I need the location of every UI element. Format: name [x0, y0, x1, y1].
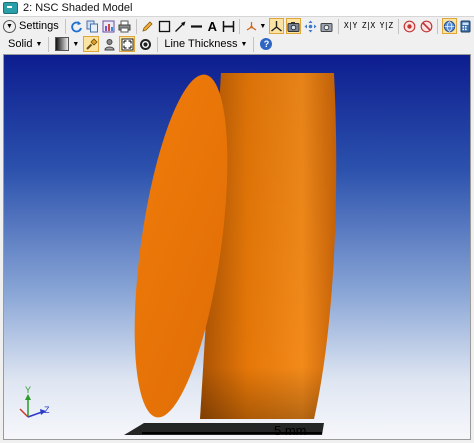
copy-icon — [86, 20, 99, 32]
shaded-model-canvas — [19, 73, 337, 435]
line-icon — [190, 24, 202, 28]
dimension-button[interactable] — [221, 18, 235, 34]
refresh-icon — [71, 20, 83, 32]
clear-icon — [420, 20, 432, 32]
ray-trace-icon — [404, 20, 416, 32]
rotate-axes-icon — [246, 21, 257, 31]
view-zx-button[interactable]: Z|X — [360, 18, 376, 34]
line-button[interactable] — [189, 18, 203, 34]
fit-view-button[interactable] — [119, 36, 136, 52]
render-mode-dropdown[interactable]: Solid ▼ — [8, 38, 42, 50]
toolbar-separator — [157, 36, 159, 52]
export-icon — [102, 20, 115, 32]
color-scheme-dropdown[interactable]: ▼ — [55, 37, 79, 51]
toolbar-separator — [397, 18, 399, 34]
printer-icon — [118, 20, 131, 32]
shaded-model-viewport[interactable]: Y Z 5 mm — [3, 54, 471, 440]
chevron-down-icon: ▼ — [3, 19, 16, 33]
axis-z-label: Z — [44, 405, 50, 415]
rotate-dropdown-caret[interactable]: ▼ — [259, 23, 266, 30]
user-icon — [104, 38, 115, 50]
gradient-icon — [55, 37, 70, 51]
export-button[interactable] — [102, 18, 116, 34]
globe-icon — [443, 20, 456, 32]
help-icon: ? — [260, 38, 273, 50]
move-icon — [304, 20, 317, 32]
axis-y-label: Y — [25, 385, 32, 395]
axes-icon — [271, 20, 283, 32]
reset-view-button[interactable] — [137, 36, 153, 52]
axes-view-button[interactable] — [269, 18, 285, 34]
toolbar-separator — [239, 18, 241, 34]
chevron-down-icon: ▼ — [72, 40, 80, 48]
toolbar-separator — [253, 36, 255, 52]
toolbar-separator — [337, 18, 339, 34]
reset-icon — [139, 38, 151, 50]
view-xy-button[interactable]: X|Y — [342, 18, 358, 34]
rectangle-button[interactable] — [157, 18, 171, 34]
open-3d-button[interactable] — [441, 18, 457, 34]
fit-view-icon — [121, 38, 134, 50]
snapshot-button[interactable] — [319, 18, 333, 34]
lighting-button[interactable] — [83, 36, 100, 52]
toolbar-separator — [48, 36, 50, 52]
ray-trace-button[interactable] — [403, 18, 417, 34]
dimension-icon — [222, 20, 235, 32]
arrow-icon — [174, 21, 186, 32]
toolbar-separator — [437, 18, 438, 34]
toolbar-separator — [136, 18, 137, 34]
text-button[interactable]: A — [205, 18, 219, 34]
calculator-button[interactable] — [459, 18, 473, 34]
chevron-down-icon: ▼ — [35, 40, 43, 48]
chevron-down-icon: ▼ — [240, 40, 248, 48]
toolbar-row-2: Solid ▼ ▼ Line Thickness ▼ ? — [0, 35, 474, 53]
toolbar-separator — [64, 18, 66, 34]
pencil-button[interactable] — [141, 18, 155, 34]
axis-triad — [19, 394, 46, 418]
window-title: 2: NSC Shaded Model — [23, 2, 133, 14]
pencil-icon — [142, 20, 153, 32]
refresh-button[interactable] — [70, 18, 84, 34]
copy-button[interactable] — [86, 18, 100, 34]
flashlight-icon — [86, 37, 98, 50]
rectangle-icon — [158, 20, 170, 32]
render-mode-label: Solid — [8, 38, 33, 50]
clear-button[interactable] — [419, 18, 433, 34]
window-app-icon — [3, 2, 18, 14]
title-bar: 2: NSC Shaded Model — [0, 0, 474, 17]
scale-bar-label: 5 mm — [274, 423, 307, 438]
calculator-icon — [460, 20, 471, 32]
line-thickness-label: Line Thickness — [164, 38, 238, 50]
toolbar-row-1: ▼ Settings A ▼ X|Y Z|X Y|Z — [0, 17, 474, 35]
print-button[interactable] — [118, 18, 132, 34]
settings-button[interactable]: ▼ Settings — [3, 19, 59, 33]
pan-button[interactable] — [303, 18, 317, 34]
rotate-button[interactable] — [244, 18, 258, 34]
help-button[interactable]: ? — [258, 36, 274, 52]
text-tool-label: A — [207, 18, 217, 34]
line-thickness-dropdown[interactable]: Line Thickness ▼ — [164, 38, 247, 50]
view-yz-button[interactable]: Y|Z — [378, 18, 394, 34]
snapshot-icon — [320, 22, 333, 32]
settings-label: Settings — [19, 20, 59, 32]
arrow-button[interactable] — [173, 18, 187, 34]
camera-icon — [287, 21, 300, 32]
camera-view-button[interactable] — [286, 18, 302, 34]
user-button[interactable] — [101, 36, 117, 52]
